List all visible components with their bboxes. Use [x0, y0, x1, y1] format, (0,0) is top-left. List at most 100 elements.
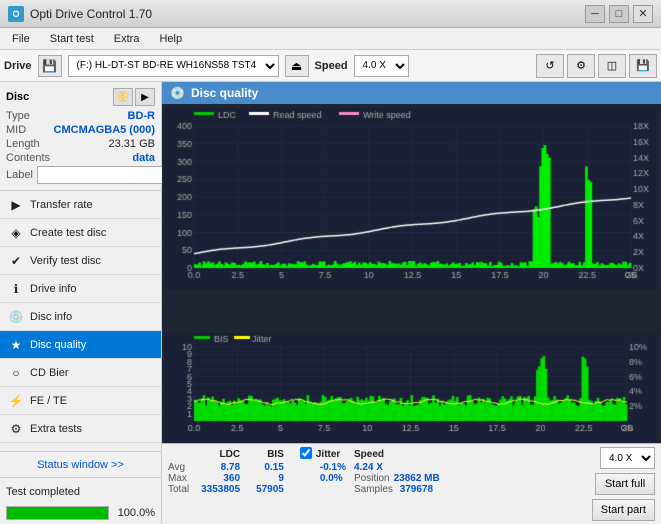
length-label: Length	[6, 138, 40, 150]
total-row: Total 3353805 57905 Samples 379678	[168, 484, 440, 495]
position-cell: Position 23862 MB	[346, 473, 440, 484]
sidebar-item-create-test-disc[interactable]: ◈ Create test disc	[0, 219, 161, 247]
disc-icon-2[interactable]: ▶	[135, 88, 155, 106]
max-bis: 9	[256, 473, 300, 484]
disc-length-row: Length 23.31 GB	[6, 138, 155, 150]
action-speed-select[interactable]: 4.0 X	[600, 447, 655, 469]
progress-percent: 100.0%	[115, 507, 155, 519]
menu-help[interactable]: Help	[151, 31, 190, 47]
sidebar-item-extra-tests[interactable]: ⚙ Extra tests	[0, 415, 161, 443]
transfer-rate-icon: ▶	[8, 197, 24, 213]
verify-test-disc-icon: ✔	[8, 253, 24, 269]
sidebar-item-disc-quality[interactable]: ★ Disc quality	[0, 331, 161, 359]
disc-info-icon: 💿	[8, 309, 24, 325]
settings-btn[interactable]: ⚙	[567, 54, 595, 78]
type-label: Type	[6, 110, 30, 122]
menu-file[interactable]: File	[4, 31, 38, 47]
create-test-disc-icon: ◈	[8, 225, 24, 241]
avg-jitter: -0.1%	[316, 462, 346, 473]
minimize-button[interactable]: ─	[585, 5, 605, 23]
sidebar-item-cd-bier[interactable]: ○ CD Bier	[0, 359, 161, 387]
action-buttons: 4.0 X Start full Start part	[592, 447, 655, 521]
label-input[interactable]	[37, 166, 175, 184]
refresh-btn[interactable]: ↺	[536, 54, 564, 78]
empty-col	[168, 447, 201, 462]
view-btn[interactable]: ◫	[598, 54, 626, 78]
sidebar-item-transfer-rate[interactable]: ▶ Transfer rate	[0, 191, 161, 219]
eject-btn[interactable]: ⏏	[285, 55, 309, 77]
sidebar-item-fe-te[interactable]: ⚡ FE / TE	[0, 387, 161, 415]
max-ldc: 360	[201, 473, 256, 484]
drive-info-icon: ℹ	[8, 281, 24, 297]
disc-title: Disc	[6, 91, 29, 103]
verify-test-disc-label: Verify test disc	[30, 255, 101, 267]
chart-header-icon: 💿	[170, 86, 185, 100]
chart-title: Disc quality	[191, 86, 258, 100]
speed-header: Speed	[346, 447, 440, 462]
sidebar-item-disc-info[interactable]: 💿 Disc info	[0, 303, 161, 331]
sidebar-item-verify-test-disc[interactable]: ✔ Verify test disc	[0, 247, 161, 275]
total-bis: 57905	[256, 484, 300, 495]
position-value: 23862 MB	[394, 473, 440, 484]
disc-icon-1[interactable]: 📀	[113, 88, 133, 106]
app-icon: O	[8, 6, 24, 22]
disc-info-label: Disc info	[30, 311, 72, 323]
status-window-btn[interactable]: Status window >>	[0, 452, 161, 478]
menu-start-test[interactable]: Start test	[42, 31, 102, 47]
drive-info-label: Drive info	[30, 283, 76, 295]
start-full-button[interactable]: Start full	[595, 473, 655, 495]
window-controls: ─ □ ✕	[585, 5, 653, 23]
disc-quality-label: Disc quality	[30, 339, 86, 351]
disc-label-row: Label ✎	[6, 166, 155, 184]
length-value: 23.31 GB	[109, 138, 155, 150]
top-chart	[164, 108, 659, 290]
toolbar-right-buttons: ↺ ⚙ ◫ 💾	[536, 54, 657, 78]
close-button[interactable]: ✕	[633, 5, 653, 23]
stats-header-row: LDC BIS Jitter Speed	[168, 447, 440, 462]
progress-bar-fill	[7, 507, 108, 519]
create-test-disc-label: Create test disc	[30, 227, 106, 239]
fe-te-icon: ⚡	[8, 393, 24, 409]
cd-bier-icon: ○	[8, 365, 24, 381]
disc-section: Disc 📀 ▶ Type BD-R MID CMCMAGBA5 (000) L…	[0, 82, 161, 191]
menubar: File Start test Extra Help	[0, 28, 661, 50]
fe-te-label: FE / TE	[30, 395, 67, 407]
stats-content: LDC BIS Jitter Speed Avg 8.78 0.15	[168, 447, 655, 521]
drive-icon-btn[interactable]: 💾	[38, 55, 62, 77]
samples-label: Samples	[354, 484, 393, 495]
transfer-rate-label: Transfer rate	[30, 199, 93, 211]
total-label: Total	[168, 484, 201, 495]
menu-extra[interactable]: Extra	[106, 31, 148, 47]
chart-area: 💿 Disc quality LDC	[162, 82, 661, 524]
disc-mid-row: MID CMCMAGBA5 (000)	[6, 124, 155, 136]
save-btn[interactable]: 💾	[629, 54, 657, 78]
sidebar: Disc 📀 ▶ Type BD-R MID CMCMAGBA5 (000) L…	[0, 82, 162, 524]
top-chart-wrapper	[164, 108, 659, 330]
sidebar-bottom: Status window >> Test completed 100.0%	[0, 451, 161, 524]
speed-select[interactable]: 4.0 X	[354, 55, 409, 77]
avg-ldc: 8.78	[201, 462, 256, 473]
disc-type-row: Type BD-R	[6, 110, 155, 122]
progress-bar	[6, 506, 109, 520]
main-content: Disc 📀 ▶ Type BD-R MID CMCMAGBA5 (000) L…	[0, 82, 661, 524]
type-value: BD-R	[128, 110, 156, 122]
maximize-button[interactable]: □	[609, 5, 629, 23]
disc-contents-row: Contents data	[6, 152, 155, 164]
drive-label: Drive	[4, 60, 32, 72]
stats-table: LDC BIS Jitter Speed Avg 8.78 0.15	[168, 447, 440, 495]
sidebar-item-drive-info[interactable]: ℹ Drive info	[0, 275, 161, 303]
max-label: Max	[168, 473, 201, 484]
status-text: Test completed	[6, 486, 80, 498]
samples-value: 379678	[400, 484, 433, 495]
extra-tests-icon: ⚙	[8, 421, 24, 437]
titlebar-left: O Opti Drive Control 1.70	[8, 6, 152, 22]
charts-container	[162, 104, 661, 443]
start-part-button[interactable]: Start part	[592, 499, 655, 521]
bottom-chart-wrapper	[164, 333, 659, 443]
avg-row: Avg 8.78 0.15 -0.1% 4.24 X	[168, 462, 440, 473]
drive-select[interactable]: (F:) HL-DT-ST BD-RE WH16NS58 TST4	[68, 55, 279, 77]
app-title: Opti Drive Control 1.70	[30, 7, 152, 21]
disc-quality-icon: ★	[8, 337, 24, 353]
extra-tests-label: Extra tests	[30, 423, 82, 435]
jitter-checkbox[interactable]	[300, 447, 312, 459]
